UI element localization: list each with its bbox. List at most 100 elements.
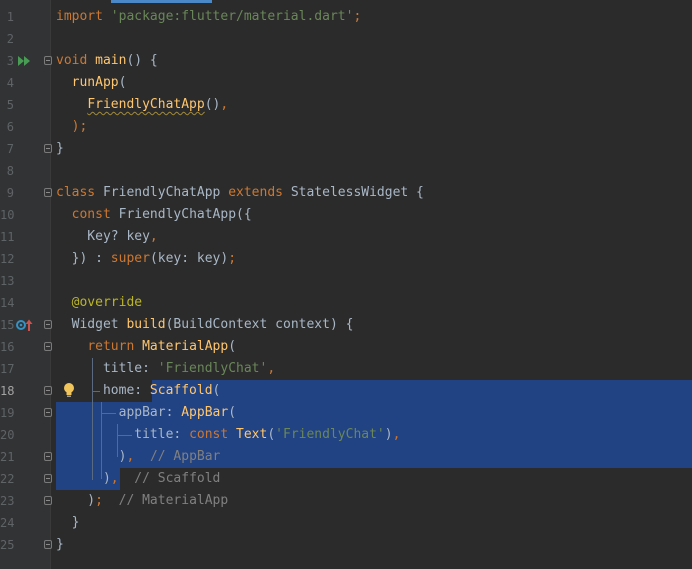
code-line[interactable]: 20 title: const Text('FriendlyChat'), (0, 424, 692, 446)
code-line[interactable]: 22 ), // Scaffold (0, 468, 692, 490)
code-text[interactable]: home: Scaffold( (56, 380, 220, 402)
code-token: Text (236, 427, 268, 442)
fold-toggle-icon[interactable] (44, 320, 52, 329)
line-number[interactable]: 3 (0, 50, 14, 72)
code-line[interactable]: 4 runApp( (0, 72, 692, 94)
code-line[interactable]: 18 home: Scaffold( (0, 380, 692, 402)
code-editor[interactable]: 1 import 'package:flutter/material.dart';… (0, 0, 692, 569)
code-text[interactable]: appBar: AppBar( (56, 402, 236, 424)
code-text[interactable]: ), // AppBar (56, 446, 221, 468)
code-text[interactable]: class FriendlyChatApp extends StatelessW… (56, 182, 424, 204)
code-line[interactable]: 23 ); // MaterialApp (0, 490, 692, 512)
code-token: extends (228, 185, 291, 200)
line-number[interactable]: 14 (0, 292, 14, 314)
code-text[interactable]: ), // Scaffold (56, 468, 220, 490)
code-token: () (204, 97, 221, 112)
code-line[interactable]: 13 (0, 270, 692, 292)
code-text[interactable]: @override (56, 292, 142, 314)
code-token: const (71, 207, 119, 222)
line-number[interactable]: 13 (0, 270, 14, 292)
code-line[interactable]: 10 const FriendlyChatApp({ (0, 204, 692, 226)
code-line[interactable]: 11 Key? key, (0, 226, 692, 248)
line-number[interactable]: 8 (0, 160, 14, 182)
code-line[interactable]: 6 ); (0, 116, 692, 138)
code-text[interactable]: }) : super(key: key); (56, 248, 236, 270)
line-number[interactable]: 1 (0, 6, 14, 28)
code-text[interactable]: Widget build(BuildContext context) { (56, 314, 354, 336)
code-text[interactable]: title: 'FriendlyChat', (56, 358, 275, 380)
line-number[interactable]: 2 (0, 28, 14, 50)
fold-toggle-icon[interactable] (44, 188, 52, 197)
line-number[interactable]: 10 (0, 204, 14, 226)
code-line[interactable]: 12 }) : super(key: key); (0, 248, 692, 270)
code-line[interactable]: 3 void main() { (0, 50, 692, 72)
line-number[interactable]: 21 (0, 446, 14, 468)
line-number[interactable]: 11 (0, 226, 14, 248)
code-text[interactable]: } (56, 512, 80, 534)
line-number[interactable]: 12 (0, 248, 14, 270)
fold-toggle-icon[interactable] (44, 474, 52, 483)
fold-toggle-icon[interactable] (44, 144, 52, 153)
code-token: , (267, 361, 276, 376)
code-line[interactable]: 1 import 'package:flutter/material.dart'; (0, 6, 692, 28)
code-text[interactable]: ); // MaterialApp (56, 490, 228, 512)
code-text[interactable]: const FriendlyChatApp({ (56, 204, 252, 226)
code-line[interactable]: 5 FriendlyChatApp(), (0, 94, 692, 116)
line-number[interactable]: 22 (0, 468, 14, 490)
code-token: runApp (71, 75, 119, 90)
line-number[interactable]: 24 (0, 512, 14, 534)
line-number[interactable]: 7 (0, 138, 14, 160)
line-number[interactable]: 4 (0, 72, 14, 94)
line-number[interactable]: 20 (0, 424, 14, 446)
code-text[interactable]: } (56, 138, 64, 160)
code-line[interactable]: 9 class FriendlyChatApp extends Stateless… (0, 182, 692, 204)
code-line[interactable]: 7} (0, 138, 692, 160)
code-line[interactable]: 2 (0, 28, 692, 50)
line-number[interactable]: 5 (0, 94, 14, 116)
code-token: ( (118, 75, 127, 90)
code-text[interactable]: ); (56, 116, 88, 138)
code-text[interactable]: } (56, 534, 64, 556)
fold-toggle-icon[interactable] (44, 496, 52, 505)
code-text[interactable]: return MaterialApp( (56, 336, 236, 358)
fold-toggle-icon[interactable] (44, 452, 52, 461)
fold-toggle-icon[interactable] (44, 540, 52, 549)
code-text[interactable]: import 'package:flutter/material.dart'; (56, 6, 361, 28)
line-number[interactable]: 19 (0, 402, 14, 424)
code-token: Widget (56, 317, 127, 332)
fold-toggle-icon[interactable] (44, 386, 52, 395)
fold-toggle-icon[interactable] (44, 56, 52, 65)
line-number[interactable]: 15 (0, 314, 14, 336)
code-token: (key: key) (149, 251, 229, 266)
code-token: ; (228, 251, 237, 266)
code-line[interactable]: 25} (0, 534, 692, 556)
code-text[interactable]: runApp( (56, 72, 127, 94)
line-number[interactable]: 6 (0, 116, 14, 138)
code-line[interactable]: 15 Widget build(BuildContext context) { (0, 314, 692, 336)
code-line[interactable]: 17 title: 'FriendlyChat', (0, 358, 692, 380)
code-line[interactable]: 8 (0, 160, 692, 182)
line-number[interactable]: 18 (0, 380, 14, 402)
line-number[interactable]: 16 (0, 336, 14, 358)
code-text[interactable]: title: const Text('FriendlyChat'), (56, 424, 400, 446)
line-number[interactable]: 9 (0, 182, 14, 204)
override-marker-icon[interactable] (15, 318, 35, 332)
fold-toggle-icon[interactable] (44, 408, 52, 417)
run-gutter-icon[interactable] (17, 55, 31, 67)
code-line[interactable]: 19 appBar: AppBar( (0, 402, 692, 424)
fold-toggle-icon[interactable] (44, 342, 52, 351)
line-number[interactable]: 23 (0, 490, 14, 512)
line-number[interactable]: 25 (0, 534, 14, 556)
line-number[interactable]: 17 (0, 358, 14, 380)
code-line[interactable]: 14 @override (0, 292, 692, 314)
code-token: ) (56, 471, 111, 486)
code-line[interactable]: 16 return MaterialApp( (0, 336, 692, 358)
code-text[interactable]: Key? key, (56, 226, 157, 248)
code-line[interactable]: 21 ), // AppBar (0, 446, 692, 468)
tab-indicator (111, 0, 212, 3)
code-line[interactable]: 24 } (0, 512, 692, 534)
code-text[interactable]: FriendlyChatApp(), (56, 94, 228, 116)
code-text[interactable]: void main() { (56, 50, 158, 72)
code-token: , (126, 449, 150, 464)
